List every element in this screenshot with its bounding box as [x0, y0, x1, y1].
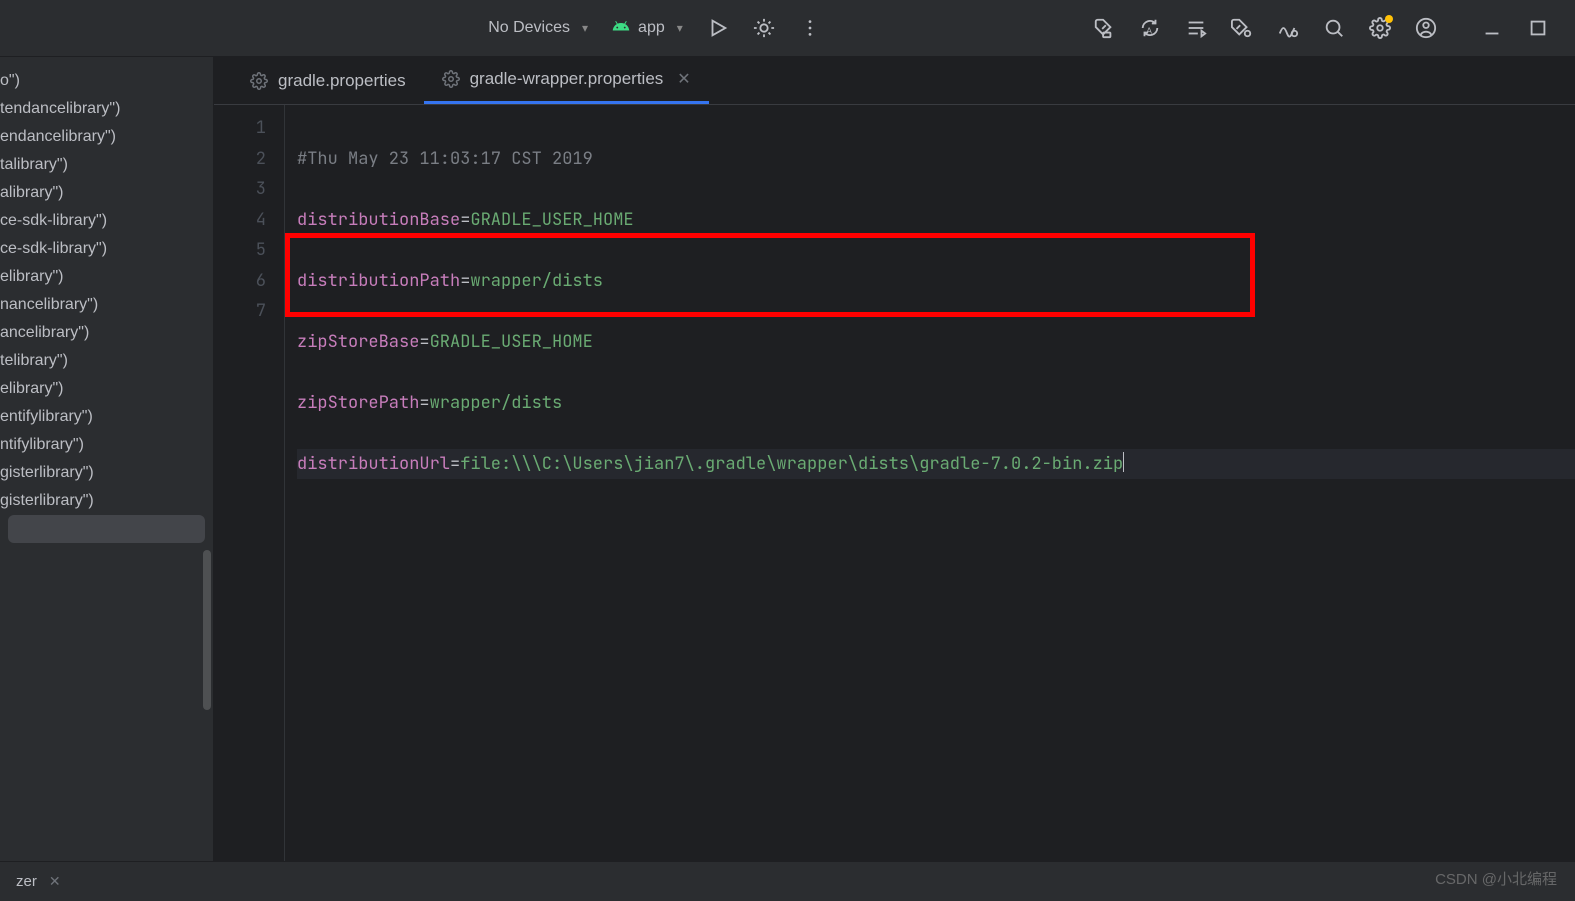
- status-left: zer ✕: [16, 873, 61, 890]
- code-line: distributionPath=wrapper/dists: [297, 266, 1575, 297]
- tab-label: gradle.properties: [278, 71, 406, 91]
- toolbar-center-group: No Devices ▾ app ▾: [216, 17, 1093, 40]
- sidebar-list: o") tendancelibrary") endancelibrary") t…: [0, 57, 213, 543]
- sidebar-item[interactable]: talibrary"): [0, 151, 213, 179]
- editor-area: gradle.properties gradle-wrapper.propert…: [214, 57, 1575, 861]
- sidebar-item[interactable]: telibrary"): [0, 347, 213, 375]
- sidebar-item[interactable]: entifylibrary"): [0, 403, 213, 431]
- tab-gradle-properties[interactable]: gradle.properties: [232, 57, 424, 104]
- main-toolbar: No Devices ▾ app ▾ A: [0, 0, 1575, 57]
- sidebar-item[interactable]: elibrary"): [0, 375, 213, 403]
- sidebar-item[interactable]: gisterlibrary"): [0, 459, 213, 487]
- line-number: 1: [214, 113, 266, 144]
- project-sidebar: o") tendancelibrary") endancelibrary") t…: [0, 57, 214, 861]
- chevron-down-icon: ▾: [582, 21, 588, 35]
- tab-bar: gradle.properties gradle-wrapper.propert…: [214, 57, 1575, 105]
- device-label: No Devices: [488, 19, 570, 37]
- minimize-icon[interactable]: [1481, 17, 1503, 39]
- maximize-icon[interactable]: [1527, 17, 1549, 39]
- account-icon[interactable]: [1415, 17, 1437, 39]
- sidebar-scrollbar[interactable]: [203, 550, 211, 710]
- code-editor[interactable]: 1 2 3 4 5 6 7 #Thu May 23 11:03:17 CST 2…: [214, 105, 1575, 861]
- status-bar: zer ✕: [0, 861, 1575, 901]
- build-icon[interactable]: [1093, 17, 1115, 39]
- svg-text:A: A: [1146, 27, 1152, 36]
- sidebar-item[interactable]: ancelibrary"): [0, 319, 213, 347]
- more-icon[interactable]: [799, 17, 821, 39]
- line-number: 2: [214, 144, 266, 175]
- profiler-icon[interactable]: [1277, 17, 1299, 39]
- sidebar-item-selected[interactable]: [8, 515, 205, 543]
- code-line: distributionBase=GRADLE_USER_HOME: [297, 205, 1575, 236]
- run-icon[interactable]: [707, 17, 729, 39]
- sidebar-item[interactable]: gisterlibrary"): [0, 487, 213, 515]
- line-number: 4: [214, 205, 266, 236]
- sidebar-item[interactable]: alibrary"): [0, 179, 213, 207]
- android-icon: [612, 17, 630, 40]
- search-icon[interactable]: [1323, 17, 1345, 39]
- gear-icon: [250, 72, 268, 90]
- sidebar-item[interactable]: ce-sdk-library"): [0, 207, 213, 235]
- comment-text: #Thu May 23 11:03:17 CST 2019: [297, 148, 593, 170]
- main-content: o") tendancelibrary") endancelibrary") t…: [0, 57, 1575, 861]
- line-number: 5: [214, 235, 266, 266]
- text-cursor: [1123, 452, 1124, 472]
- sidebar-item[interactable]: tendancelibrary"): [0, 95, 213, 123]
- sidebar-item[interactable]: ntifylibrary"): [0, 431, 213, 459]
- tab-gradle-wrapper-properties[interactable]: gradle-wrapper.properties ✕: [424, 57, 709, 104]
- line-number: 7: [214, 296, 266, 327]
- close-icon[interactable]: ✕: [677, 69, 690, 89]
- gear-icon: [442, 70, 460, 88]
- debug-icon[interactable]: [753, 17, 775, 39]
- chevron-down-icon: ▾: [677, 21, 683, 35]
- status-text: zer: [16, 873, 37, 890]
- line-number: 6: [214, 266, 266, 297]
- code-line-highlighted: distributionUrl=file:\\\C:\Users\jian7\.…: [297, 449, 1575, 480]
- run-config-selector[interactable]: app ▾: [612, 17, 683, 40]
- sidebar-item[interactable]: nancelibrary"): [0, 291, 213, 319]
- line-gutter: 1 2 3 4 5 6 7: [214, 105, 284, 861]
- toolbar-right-group: A: [1093, 17, 1559, 39]
- watermark-text: CSDN @小北编程: [1435, 868, 1557, 889]
- code-line: zipStorePath=wrapper/dists: [297, 388, 1575, 419]
- code-line: #Thu May 23 11:03:17 CST 2019: [297, 144, 1575, 175]
- sync-icon[interactable]: A: [1139, 17, 1161, 39]
- sidebar-item[interactable]: o"): [0, 67, 213, 95]
- device-selector[interactable]: No Devices ▾: [488, 19, 588, 37]
- sidebar-item[interactable]: elibrary"): [0, 263, 213, 291]
- tab-label: gradle-wrapper.properties: [470, 69, 664, 89]
- sidebar-item[interactable]: endancelibrary"): [0, 123, 213, 151]
- sidebar-item[interactable]: ce-sdk-library"): [0, 235, 213, 263]
- device-manager-icon[interactable]: [1185, 17, 1207, 39]
- close-icon[interactable]: ✕: [49, 873, 61, 890]
- line-number: 3: [214, 174, 266, 205]
- breakpoint-icon[interactable]: [1231, 17, 1253, 39]
- code-line: zipStoreBase=GRADLE_USER_HOME: [297, 327, 1575, 358]
- code-line: [297, 510, 1575, 541]
- app-label: app: [638, 19, 665, 37]
- settings-icon[interactable]: [1369, 17, 1391, 39]
- code-content[interactable]: #Thu May 23 11:03:17 CST 2019 distributi…: [284, 105, 1575, 861]
